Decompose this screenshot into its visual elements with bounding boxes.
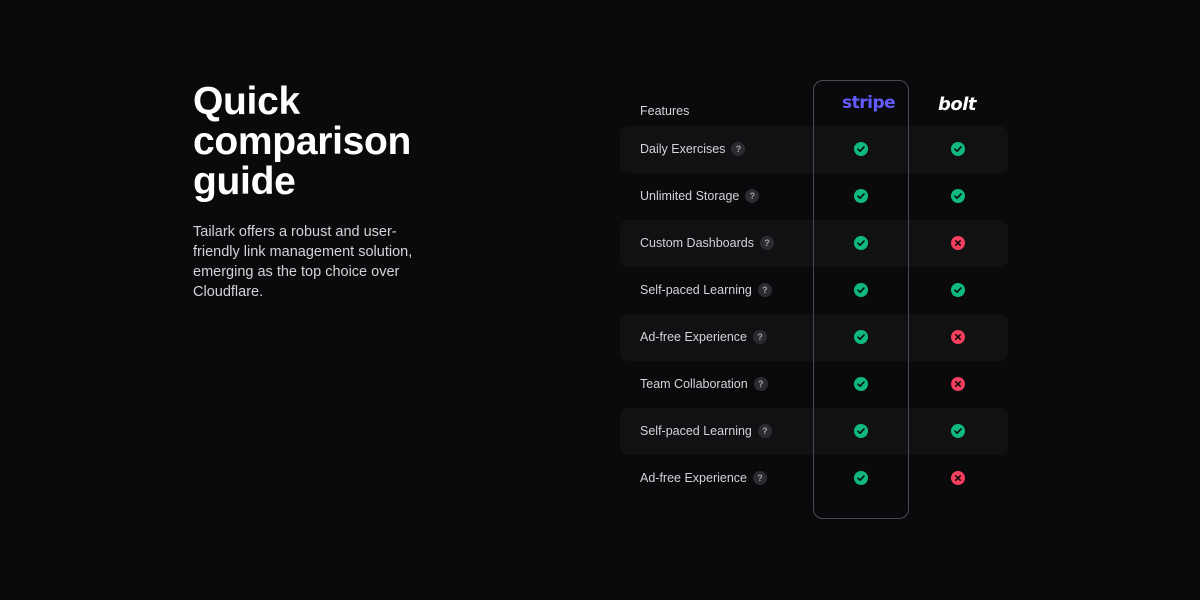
help-icon[interactable]: ? <box>753 377 768 391</box>
feature-name: Ad-free Experience <box>640 330 748 344</box>
bolt-check-circle-icon <box>951 283 965 297</box>
title-line-3: guide <box>193 160 296 203</box>
feature-label: Daily Exercises? <box>640 142 746 156</box>
bolt-x-circle-icon <box>951 471 965 485</box>
feature-label: Team Collaboration? <box>640 377 768 391</box>
help-icon[interactable]: ? <box>757 424 772 438</box>
help-icon[interactable]: ? <box>757 283 772 297</box>
table-row: Self-paced Learning? <box>620 408 1008 455</box>
table-row: Ad-free Experience? <box>620 455 1008 502</box>
comparison-table: Features stripe bolt Daily Exercises? Unl… <box>620 80 1008 521</box>
features-column-header: Features <box>640 104 690 118</box>
feature-name: Self-paced Learning <box>640 283 752 297</box>
table-row: Self-paced Learning? <box>620 267 1008 314</box>
help-icon[interactable]: ? <box>731 142 746 156</box>
feature-name: Custom Dashboards <box>640 236 754 250</box>
table-row: Ad-free Experience? <box>620 314 1008 361</box>
table-row: Unlimited Storage? <box>620 173 1008 220</box>
table-body: Daily Exercises? Unlimited Storage? Custom… <box>620 126 1008 502</box>
stripe-check-circle-icon <box>854 142 868 156</box>
stripe-check-circle-icon <box>854 330 868 344</box>
table-header: Features stripe bolt <box>620 80 1008 126</box>
stripe-check-circle-icon <box>854 236 868 250</box>
feature-name: Daily Exercises <box>640 142 726 156</box>
comparison-page: Quick comparison guide Tailark offers a … <box>0 0 1200 600</box>
feature-name: Unlimited Storage <box>640 189 740 203</box>
feature-label: Unlimited Storage? <box>640 189 760 203</box>
table-row: Custom Dashboards? <box>620 220 1008 267</box>
feature-name: Team Collaboration <box>640 377 748 391</box>
title-line-1: Quick <box>193 80 300 123</box>
table-row: Daily Exercises? <box>620 126 1008 173</box>
bolt-check-circle-icon <box>951 189 965 203</box>
stripe-check-circle-icon <box>854 471 868 485</box>
stripe-logo: stripe <box>842 93 896 113</box>
feature-label: Custom Dashboards? <box>640 236 774 250</box>
stripe-check-circle-icon <box>854 424 868 438</box>
feature-label: Self-paced Learning? <box>640 283 772 297</box>
table-row: Team Collaboration? <box>620 361 1008 408</box>
feature-label: Self-paced Learning? <box>640 424 772 438</box>
bolt-logo: bolt <box>938 94 977 115</box>
feature-name: Ad-free Experience <box>640 471 748 485</box>
bolt-x-circle-icon <box>951 236 965 250</box>
feature-name: Self-paced Learning <box>640 424 752 438</box>
stripe-check-circle-icon <box>854 283 868 297</box>
help-icon[interactable]: ? <box>745 189 760 203</box>
feature-label: Ad-free Experience? <box>640 471 768 485</box>
bolt-x-circle-icon <box>951 377 965 391</box>
stripe-check-circle-icon <box>854 189 868 203</box>
bolt-x-circle-icon <box>951 330 965 344</box>
stripe-check-circle-icon <box>854 377 868 391</box>
page-title: Quick comparison guide <box>193 82 453 202</box>
help-icon[interactable]: ? <box>753 330 768 344</box>
bolt-check-circle-icon <box>951 142 965 156</box>
help-icon[interactable]: ? <box>759 236 774 250</box>
feature-label: Ad-free Experience? <box>640 330 768 344</box>
bolt-check-circle-icon <box>951 424 965 438</box>
title-line-2: comparison <box>193 120 412 163</box>
page-description: Tailark offers a robust and user-friendl… <box>193 224 413 300</box>
intro-section: Quick comparison guide Tailark offers a … <box>193 82 453 302</box>
help-icon[interactable]: ? <box>753 471 768 485</box>
